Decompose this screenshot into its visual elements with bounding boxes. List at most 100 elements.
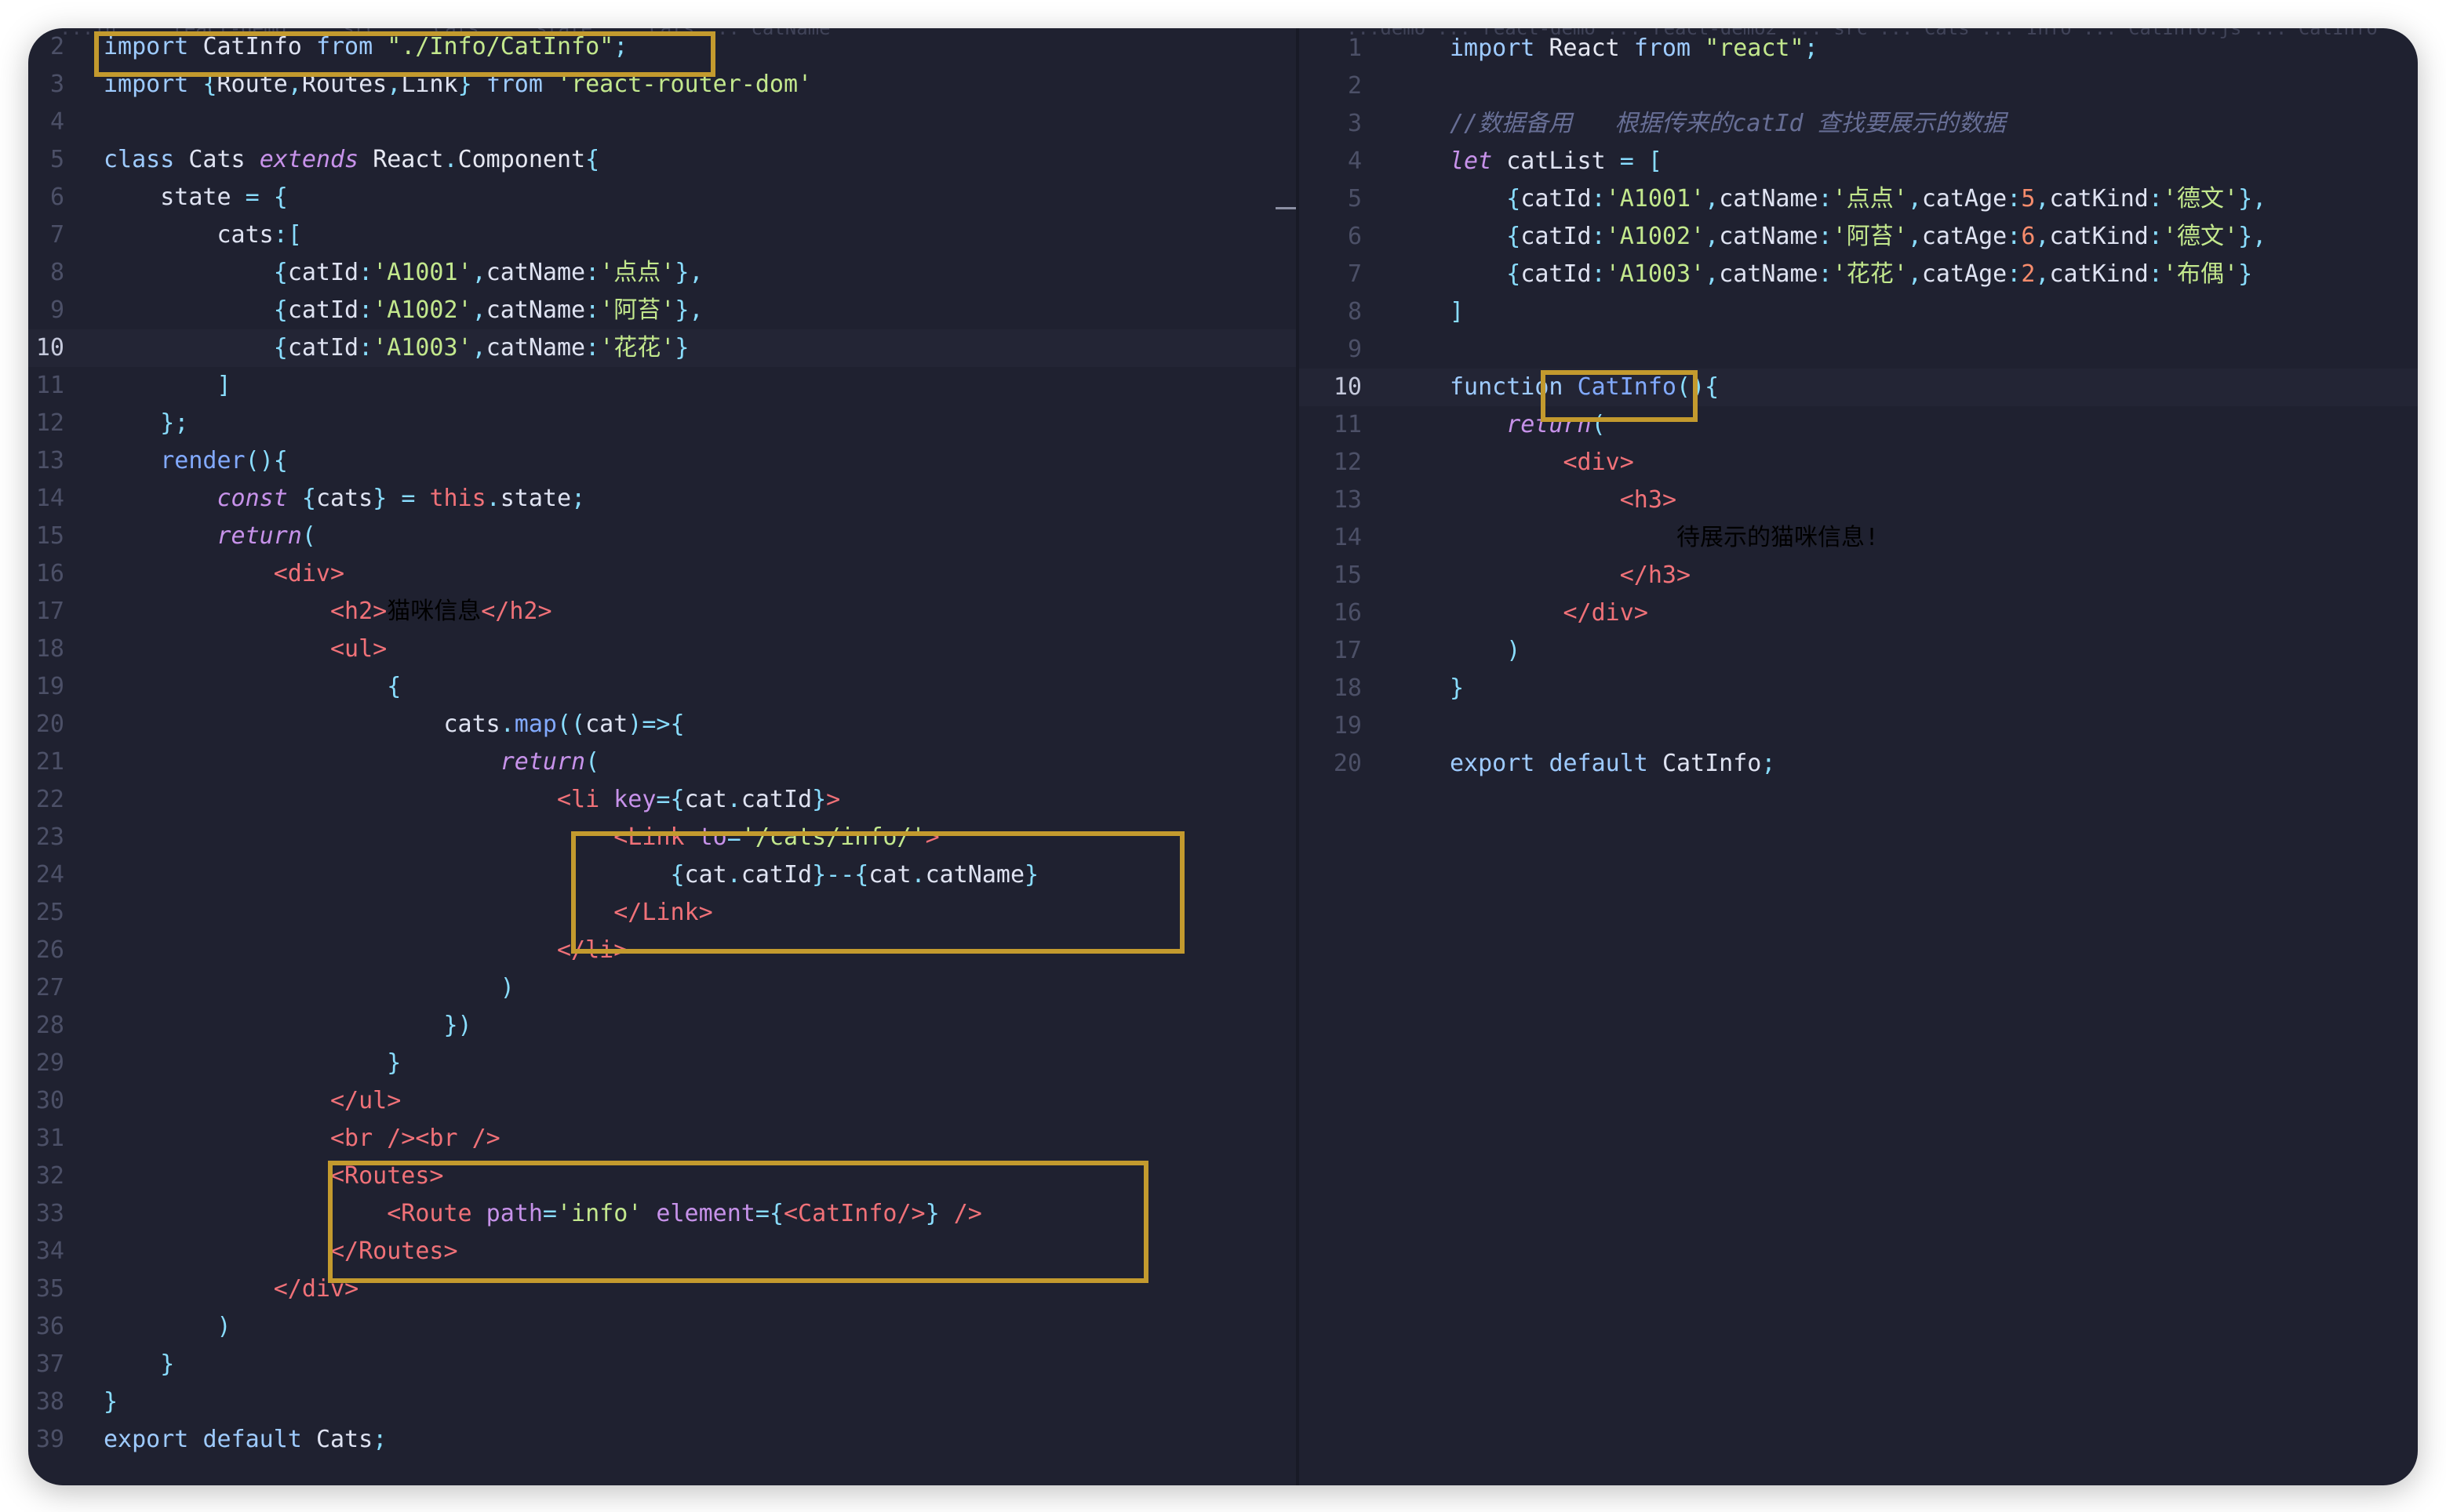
code-text[interactable]: return( xyxy=(104,743,599,781)
code-text[interactable]: <h2>猫咪信息</h2> xyxy=(104,593,552,631)
code-text[interactable]: 待展示的猫咪信息! xyxy=(1450,519,1879,557)
code-text[interactable]: <div> xyxy=(1450,444,1634,482)
code-line[interactable]: 24 {cat.catId}--{cat.catName} xyxy=(28,856,1296,894)
left-editor-pane[interactable]: ...in ... react-demo ... src ... Cats ..… xyxy=(28,28,1296,1485)
code-text[interactable]: {catId:'A1003',catName:'花花',catAge:2,cat… xyxy=(1450,256,2252,293)
code-text[interactable]: ] xyxy=(104,367,231,405)
code-text[interactable]: } xyxy=(104,1045,401,1082)
code-text[interactable]: </h3> xyxy=(1450,557,1691,594)
code-text[interactable]: </Routes> xyxy=(104,1233,458,1270)
code-line[interactable]: 10 function CatInfo(){ xyxy=(1299,369,2418,406)
code-line[interactable]: 5 class Cats extends React.Component{ xyxy=(28,141,1296,179)
code-line[interactable]: 14 待展示的猫咪信息! xyxy=(1299,519,2418,557)
code-line[interactable]: 26 </li> xyxy=(28,932,1296,969)
code-text[interactable]: } xyxy=(104,1383,118,1421)
code-text[interactable]: {catId:'A1002',catName:'阿苔',catAge:6,cat… xyxy=(1450,218,2266,256)
scrollbar-marker[interactable] xyxy=(1276,207,1296,209)
code-line[interactable]: 6 state = { xyxy=(28,179,1296,216)
code-line[interactable]: 19 { xyxy=(28,668,1296,706)
code-line[interactable]: 19 xyxy=(1299,707,2418,745)
code-line[interactable]: 31 <br /><br /> xyxy=(28,1120,1296,1158)
code-text[interactable]: let catList = [ xyxy=(1450,143,1662,180)
code-text[interactable]: </li> xyxy=(104,932,628,969)
code-text[interactable]: const {cats} = this.state; xyxy=(104,480,586,518)
code-text[interactable]: <ul> xyxy=(104,631,387,668)
code-text[interactable]: {cat.catId}--{cat.catName} xyxy=(104,856,1039,894)
code-text[interactable]: <div> xyxy=(104,555,344,593)
code-text[interactable]: cats:[ xyxy=(104,216,302,254)
code-line[interactable]: 35 </div> xyxy=(28,1270,1296,1308)
code-text[interactable]: <Routes> xyxy=(104,1158,444,1195)
code-line[interactable]: 2 import CatInfo from "./Info/CatInfo"; xyxy=(28,28,1296,66)
code-line[interactable]: 38} xyxy=(28,1383,1296,1421)
code-line[interactable]: 11 ] xyxy=(28,367,1296,405)
code-line[interactable]: 32 <Routes> xyxy=(28,1158,1296,1195)
code-text[interactable]: } xyxy=(1450,670,1464,707)
code-text[interactable]: <br /><br /> xyxy=(104,1120,500,1158)
right-editor-pane[interactable]: ...demo ... react-demo ... react-demo2 .… xyxy=(1299,28,2418,1485)
code-line[interactable]: 34 </Routes> xyxy=(28,1233,1296,1270)
code-line[interactable]: 15 return( xyxy=(28,518,1296,555)
code-line[interactable]: 21 return( xyxy=(28,743,1296,781)
code-text[interactable]: import CatInfo from "./Info/CatInfo"; xyxy=(104,28,628,66)
code-line[interactable]: 12 }; xyxy=(28,405,1296,442)
code-line[interactable]: 17 <h2>猫咪信息</h2> xyxy=(28,593,1296,631)
code-text[interactable]: ] xyxy=(1450,293,1464,331)
code-line[interactable]: 8 {catId:'A1001',catName:'点点'}, xyxy=(28,254,1296,292)
code-line[interactable]: 10 {catId:'A1003',catName:'花花'} xyxy=(28,329,1296,367)
code-text[interactable]: export default CatInfo; xyxy=(1450,745,1775,783)
code-line[interactable]: 14 const {cats} = this.state; xyxy=(28,480,1296,518)
code-line[interactable]: 3 //数据备用 根据传来的catId 查找要展示的数据 xyxy=(1299,105,2418,143)
code-line[interactable]: 18 <ul> xyxy=(28,631,1296,668)
code-line[interactable]: 29 } xyxy=(28,1045,1296,1082)
code-text[interactable]: return( xyxy=(104,518,316,555)
code-text[interactable]: }) xyxy=(104,1007,471,1045)
code-text[interactable]: import {Route,Routes,Link} from 'react-r… xyxy=(104,66,812,104)
code-line[interactable]: 27 ) xyxy=(28,969,1296,1007)
code-line[interactable]: 18} xyxy=(1299,670,2418,707)
code-line[interactable]: 4 xyxy=(28,104,1296,141)
code-text[interactable]: </Link> xyxy=(104,894,712,932)
code-text[interactable]: //数据备用 根据传来的catId 查找要展示的数据 xyxy=(1450,105,2006,143)
code-text[interactable]: render(){ xyxy=(104,442,288,480)
code-text[interactable]: import React from "react"; xyxy=(1450,30,1818,67)
code-line[interactable]: 37 } xyxy=(28,1346,1296,1383)
code-line[interactable]: 1 import React from "react"; xyxy=(1299,30,2418,67)
code-line[interactable]: 8] xyxy=(1299,293,2418,331)
code-text[interactable]: state = { xyxy=(104,179,288,216)
code-line[interactable]: 16 </div> xyxy=(1299,594,2418,632)
code-line[interactable]: 2 xyxy=(1299,67,2418,105)
code-text[interactable]: {catId:'A1001',catName:'点点',catAge:5,cat… xyxy=(1450,180,2266,218)
code-line[interactable]: 5 {catId:'A1001',catName:'点点',catAge:5,c… xyxy=(1299,180,2418,218)
code-line[interactable]: 22 <li key={cat.catId}> xyxy=(28,781,1296,819)
code-text[interactable]: </ul> xyxy=(104,1082,401,1120)
code-text[interactable]: {catId:'A1001',catName:'点点'}, xyxy=(104,254,704,292)
code-line[interactable]: 7 cats:[ xyxy=(28,216,1296,254)
code-text[interactable]: export default Cats; xyxy=(104,1421,387,1459)
code-line[interactable]: 23 <Link to='/cats/info/'> xyxy=(28,819,1296,856)
code-line[interactable]: 9 xyxy=(1299,331,2418,369)
code-text[interactable]: class Cats extends React.Component{ xyxy=(104,141,599,179)
code-line[interactable]: 33 <Route path='info' element={<CatInfo/… xyxy=(28,1195,1296,1233)
code-line[interactable]: 28 }) xyxy=(28,1007,1296,1045)
code-line[interactable]: 13 render(){ xyxy=(28,442,1296,480)
code-line[interactable]: 17 ) xyxy=(1299,632,2418,670)
code-line[interactable]: 15 </h3> xyxy=(1299,557,2418,594)
code-line[interactable]: 6 {catId:'A1002',catName:'阿苔',catAge:6,c… xyxy=(1299,218,2418,256)
code-text[interactable]: ) xyxy=(104,1308,231,1346)
code-line[interactable]: 36 ) xyxy=(28,1308,1296,1346)
code-text[interactable]: {catId:'A1002',catName:'阿苔'}, xyxy=(104,292,704,329)
code-line[interactable]: 11 return( xyxy=(1299,406,2418,444)
code-text[interactable]: </div> xyxy=(1450,594,1648,632)
code-line[interactable]: 30 </ul> xyxy=(28,1082,1296,1120)
code-line[interactable]: 39 export default Cats; xyxy=(28,1421,1296,1459)
code-line[interactable]: 25 </Link> xyxy=(28,894,1296,932)
code-text[interactable]: } xyxy=(104,1346,174,1383)
code-line[interactable]: 12 <div> xyxy=(1299,444,2418,482)
code-text[interactable]: }; xyxy=(104,405,188,442)
code-text[interactable]: cats.map((cat)=>{ xyxy=(104,706,684,743)
code-text[interactable]: <Route path='info' element={<CatInfo/>} … xyxy=(104,1195,982,1233)
code-text[interactable]: return( xyxy=(1450,406,1605,444)
code-text[interactable]: function CatInfo(){ xyxy=(1450,369,1719,406)
code-line[interactable]: 7 {catId:'A1003',catName:'花花',catAge:2,c… xyxy=(1299,256,2418,293)
